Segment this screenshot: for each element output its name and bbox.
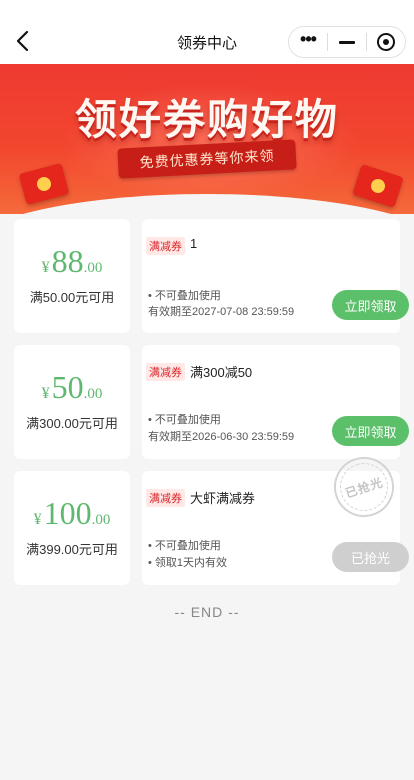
coupon-notch [130,219,142,229]
coupon-condition: 满300.00元可用 [26,416,118,431]
claim-button[interactable]: 立即领取 [332,290,409,320]
mini-program-capsule: ••• [288,26,406,58]
coupon-info-panel: 满减券 满300减50 • 不可叠加使用 有效期至2026-06-30 23:5… [142,345,409,459]
coupon-note: • 不可叠加使用 [148,540,221,552]
minimize-button[interactable] [328,27,366,57]
coupon-card: ¥88.00 满50.00元可用 满减券 1 • 不可叠加使用 有效期至2027… [14,219,409,333]
banner-headline: 领好券购好物 [74,96,339,143]
coupon-amount: ¥88.00 [41,243,103,279]
close-target-icon [377,33,395,51]
more-button[interactable]: ••• [289,27,327,57]
coupon-validity: 有效期至2027-07-08 23:59:59 [148,306,295,318]
coupon-card: ¥100.00 满399.00元可用 已抢光 满减券 大虾满减券 • 不可叠加使… [14,449,409,585]
coupon-validity: • 领取1天内有效 [148,557,228,569]
coupon-value-panel: ¥100.00 满399.00元可用 [14,471,130,585]
coupon-type-tag: 满减券 [146,489,185,507]
coupon-notch [130,345,142,355]
coupon-type-tag: 满减券 [146,237,185,255]
coupon-amount: ¥50.00 [41,369,103,405]
coupon-validity: 有效期至2026-06-30 23:59:59 [148,431,295,443]
coupon-name: 大虾满减券 [190,491,256,506]
coupon-name: 1 [190,236,198,251]
minimize-icon [339,40,355,44]
promo-banner: 领好券购好物 免费优惠券等你来领 [0,64,414,214]
coupon-card: ¥50.00 满300.00元可用 满减券 满300减50 • 不可叠加使用 有… [14,345,409,459]
coupon-info-panel: 已抢光 满减券 大虾满减券 • 不可叠加使用 • 领取1天内有效 已抢光 [142,449,409,585]
coupon-info-panel: 满减券 1 • 不可叠加使用 有效期至2027-07-08 23:59:59 立… [142,219,409,333]
sold-out-stamp-icon: 已抢光 [326,449,402,525]
coupon-note: • 不可叠加使用 [148,414,221,426]
sold-out-button[interactable]: 已抢光 [332,542,409,572]
coupon-type-tag: 满减券 [146,363,185,381]
coupon-notch [130,449,142,459]
coupon-notch [130,471,142,481]
claim-button[interactable]: 立即领取 [332,416,409,446]
coupon-condition: 满50.00元可用 [29,290,115,305]
coupon-amount: ¥100.00 [33,495,111,531]
coupon-value-panel: ¥88.00 满50.00元可用 [14,219,130,333]
coupon-notch [130,323,142,333]
coupon-notch [130,575,142,585]
more-dots-icon: ••• [300,29,317,49]
coupon-value-panel: ¥50.00 满300.00元可用 [14,345,130,459]
close-button[interactable] [367,27,405,57]
end-of-list-text: -- END -- [174,604,240,620]
banner-subtitle: 免费优惠券等你来领 [139,147,275,171]
coupon-condition: 满399.00元可用 [26,542,118,557]
coupon-name: 满300减50 [190,365,253,380]
coupon-note: • 不可叠加使用 [148,290,221,302]
navigation-bar: 领券中心 ••• [0,0,414,64]
